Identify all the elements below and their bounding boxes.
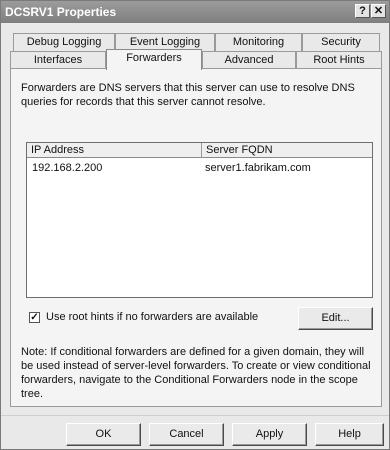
use-root-hints-checkbox[interactable]: ✓ xyxy=(29,312,40,323)
footer-divider xyxy=(1,415,389,416)
window-title: DCSRV1 Properties xyxy=(5,5,117,19)
help-icon[interactable]: ? xyxy=(355,4,370,18)
column-header-server-fqdn[interactable]: Server FQDN xyxy=(202,143,372,158)
close-icon[interactable]: ✕ xyxy=(371,4,386,18)
conditional-forwarders-note: Note: If conditional forwarders are defi… xyxy=(21,346,371,400)
ok-button[interactable]: OK xyxy=(66,423,141,446)
tab-security[interactable]: Security xyxy=(302,33,380,51)
properties-dialog: DCSRV1 Properties ? ✕ Debug Logging Even… xyxy=(0,0,390,450)
apply-button[interactable]: Apply xyxy=(232,423,307,446)
title-bar[interactable]: DCSRV1 Properties ? ✕ xyxy=(1,1,389,23)
tab-root-hints[interactable]: Root Hints xyxy=(296,51,382,69)
forwarders-description: Forwarders are DNS servers that this ser… xyxy=(21,82,355,108)
use-root-hints-label[interactable]: Use root hints if no forwarders are avai… xyxy=(46,311,258,323)
list-item-fqdn[interactable]: server1.fabrikam.com xyxy=(205,162,311,174)
tab-forwarders[interactable]: Forwarders xyxy=(106,49,202,70)
column-header-ip-address[interactable]: IP Address xyxy=(27,143,202,158)
tab-row-lower: Interfaces Forwarders Advanced Root Hint… xyxy=(10,49,382,70)
edit-button[interactable]: Edit... xyxy=(298,307,373,330)
list-item-ip[interactable]: 192.168.2.200 xyxy=(32,162,102,174)
help-button[interactable]: Help xyxy=(315,423,384,446)
tab-debug-logging[interactable]: Debug Logging xyxy=(13,33,115,51)
forwarders-list[interactable]: IP Address Server FQDN 192.168.2.200 ser… xyxy=(26,142,373,298)
cancel-button[interactable]: Cancel xyxy=(149,423,224,446)
tab-advanced[interactable]: Advanced xyxy=(202,51,296,69)
tab-interfaces[interactable]: Interfaces xyxy=(10,51,106,69)
tab-monitoring[interactable]: Monitoring xyxy=(215,33,302,51)
